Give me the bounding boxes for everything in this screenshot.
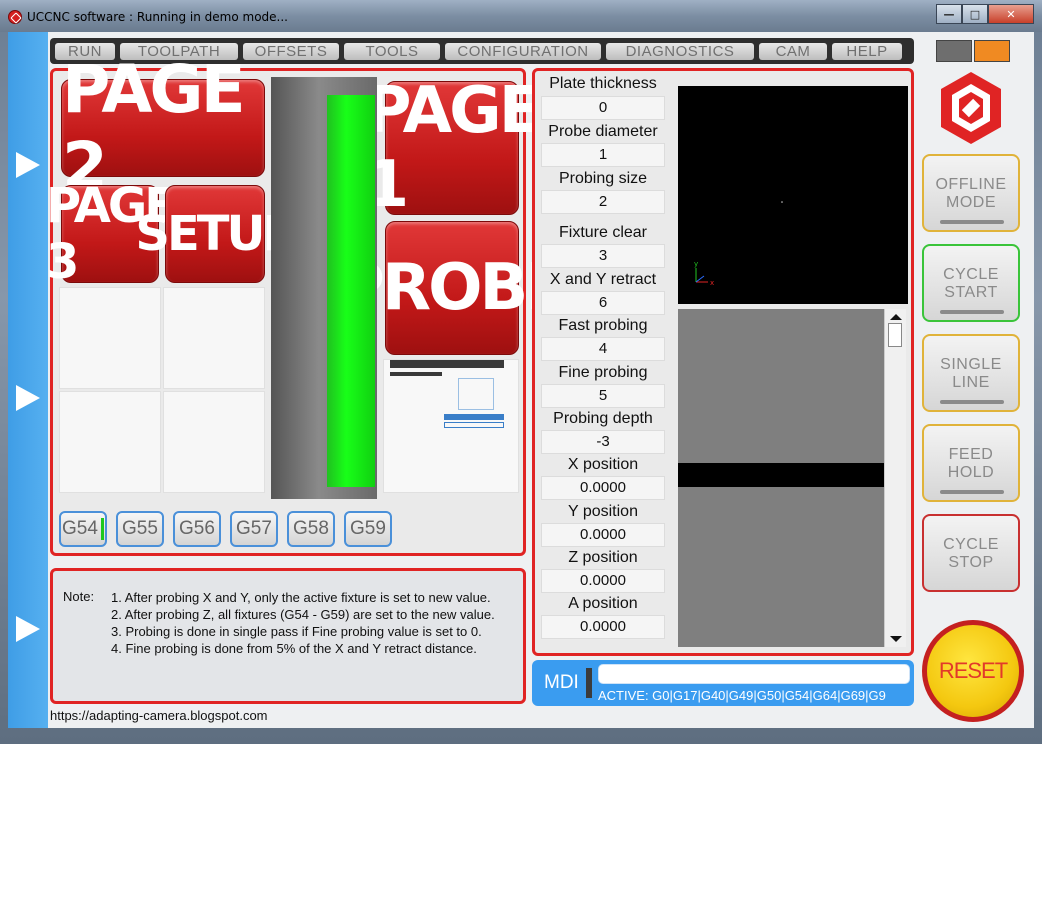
fixture-g55-button[interactable]: G55: [116, 511, 164, 547]
menu-cam[interactable]: CAM: [759, 42, 827, 60]
probe-field-label: Fine probing: [558, 364, 648, 381]
scroll-down-icon[interactable]: [890, 636, 902, 642]
probe-field-label: A position: [568, 595, 638, 612]
load-meter-fill: [327, 95, 375, 487]
screen-thumbnail[interactable]: [383, 359, 519, 493]
setup-button[interactable]: SETUP: [135, 185, 298, 283]
fixture-g58-button[interactable]: G58: [287, 511, 335, 547]
probe-field-label: Plate thickness: [549, 75, 657, 92]
status-url: https://adapting-camera.blogspot.com: [50, 708, 268, 723]
note-line: 3. Probing is done in single pass if Fin…: [111, 624, 482, 639]
fixture-g56-button[interactable]: G56: [173, 511, 221, 547]
main-screen: RUN TOOLPATH OFFSETS TOOLS CONFIGURATION…: [8, 32, 1034, 728]
menu-help[interactable]: HELP: [832, 42, 902, 60]
uccnc-logo-icon: [941, 72, 1001, 144]
fine-probing-field[interactable]: 5: [541, 384, 665, 408]
app-icon: [8, 10, 22, 24]
empty-slot: [59, 287, 161, 389]
fixture-g59-button[interactable]: G59: [344, 511, 392, 547]
xy-retract-field[interactable]: 6: [541, 291, 665, 315]
probe-settings-panel: Plate thickness 0 Probe diameter 1 Probi…: [532, 68, 914, 656]
gcode-viewer[interactable]: [678, 309, 906, 647]
probe-field-label: Z position: [568, 549, 638, 566]
left-nav-bar: [8, 32, 48, 728]
maximize-button[interactable]: □: [962, 4, 988, 24]
probe-field-label: Probing size: [558, 170, 648, 187]
gcode-scrollbar[interactable]: [884, 309, 906, 647]
minimize-button[interactable]: —: [936, 4, 962, 24]
nav-arrow-icon[interactable]: [16, 385, 40, 411]
status-led-orange: [974, 40, 1010, 62]
close-button[interactable]: ✕: [988, 4, 1034, 24]
screen-selector-panel: PAGE 2 PAGE 3 SETUP PAGE 1 PROBE G54 G55…: [46, 51, 569, 556]
current-line-highlight: [678, 463, 884, 487]
probe-field-label: Fast probing: [558, 317, 648, 334]
status-led-grey: [936, 40, 972, 62]
probe-field-label: Fixture clear: [558, 224, 648, 241]
probe-field-label: Y position: [568, 503, 638, 520]
toolpath-3d-view[interactable]: x y: [678, 86, 908, 304]
application-window: UCCNC software : Running in demo mode...…: [0, 0, 1042, 744]
menu-configuration[interactable]: CONFIGURATION: [445, 42, 601, 60]
fast-probing-field[interactable]: 4: [541, 337, 665, 361]
nav-arrow-icon[interactable]: [16, 152, 40, 178]
mdi-input[interactable]: [598, 664, 910, 684]
active-indicator: [100, 518, 104, 540]
probe-field-label: Probing depth: [553, 410, 653, 427]
y-position-field[interactable]: 0.0000: [541, 523, 665, 547]
plate-thickness-field[interactable]: 0: [541, 96, 665, 120]
empty-slot: [59, 391, 161, 493]
menu-diagnostics[interactable]: DIAGNOSTICS: [606, 42, 754, 60]
mdi-bar: MDI ACTIVE: G0|G17|G40|G49|G50|G54|G64|G…: [532, 660, 914, 706]
note-line: 4. Fine probing is done from 5% of the X…: [111, 641, 477, 656]
page1-button[interactable]: PAGE 1: [365, 74, 543, 222]
probing-depth-field[interactable]: -3: [541, 430, 665, 454]
fixture-g54-button[interactable]: G54: [59, 511, 107, 547]
probe-field-label: X position: [567, 456, 639, 473]
probe-button[interactable]: PROBE: [338, 221, 569, 355]
probe-field-label: X and Y retract: [549, 271, 657, 288]
cycle-start-button[interactable]: CYCLE START: [922, 244, 1020, 322]
cycle-stop-button[interactable]: CYCLE STOP: [922, 514, 1020, 592]
single-line-button[interactable]: SINGLE LINE: [922, 334, 1020, 412]
mdi-divider: [586, 668, 592, 698]
nav-arrow-icon[interactable]: [16, 616, 40, 642]
page2-button[interactable]: PAGE 2: [61, 51, 265, 205]
minimize-icon: —: [943, 7, 955, 21]
probe-field-label: Probe diameter: [548, 123, 658, 140]
scroll-up-icon[interactable]: [890, 314, 902, 320]
note-line: 2. After probing Z, all fixtures (G54 - …: [111, 607, 495, 622]
note-label: Note:: [63, 589, 95, 604]
note-line: 1. After probing X and Y, only the activ…: [111, 590, 491, 605]
probing-size-field[interactable]: 2: [541, 190, 665, 214]
feed-hold-button[interactable]: FEED HOLD: [922, 424, 1020, 502]
maximize-icon: □: [969, 7, 981, 21]
empty-slot: [163, 287, 265, 389]
offline-mode-button[interactable]: OFFLINE MODE: [922, 154, 1020, 232]
reset-button[interactable]: RESET: [922, 620, 1024, 722]
fixture-g57-button[interactable]: G57: [230, 511, 278, 547]
svg-text:y: y: [694, 260, 698, 268]
probing-note: Note: 1. After probing X and Y, only the…: [50, 568, 526, 704]
window-title: UCCNC software : Running in demo mode...: [27, 10, 288, 24]
close-icon: ✕: [1006, 7, 1016, 21]
empty-slot: [163, 391, 265, 493]
fixture-clear-field[interactable]: 3: [541, 244, 665, 268]
z-position-field[interactable]: 0.0000: [541, 569, 665, 593]
title-bar: UCCNC software : Running in demo mode...…: [0, 0, 1042, 32]
svg-text:x: x: [710, 279, 714, 287]
menu-tools[interactable]: TOOLS: [344, 42, 440, 60]
active-gcodes: ACTIVE: G0|G17|G40|G49|G50|G54|G64|G69|G…: [598, 688, 886, 703]
a-position-field[interactable]: 0.0000: [541, 615, 665, 639]
mdi-label: MDI: [544, 672, 579, 693]
x-position-field[interactable]: 0.0000: [541, 476, 665, 500]
scroll-thumb[interactable]: [888, 323, 902, 347]
probe-diameter-field[interactable]: 1: [541, 143, 665, 167]
